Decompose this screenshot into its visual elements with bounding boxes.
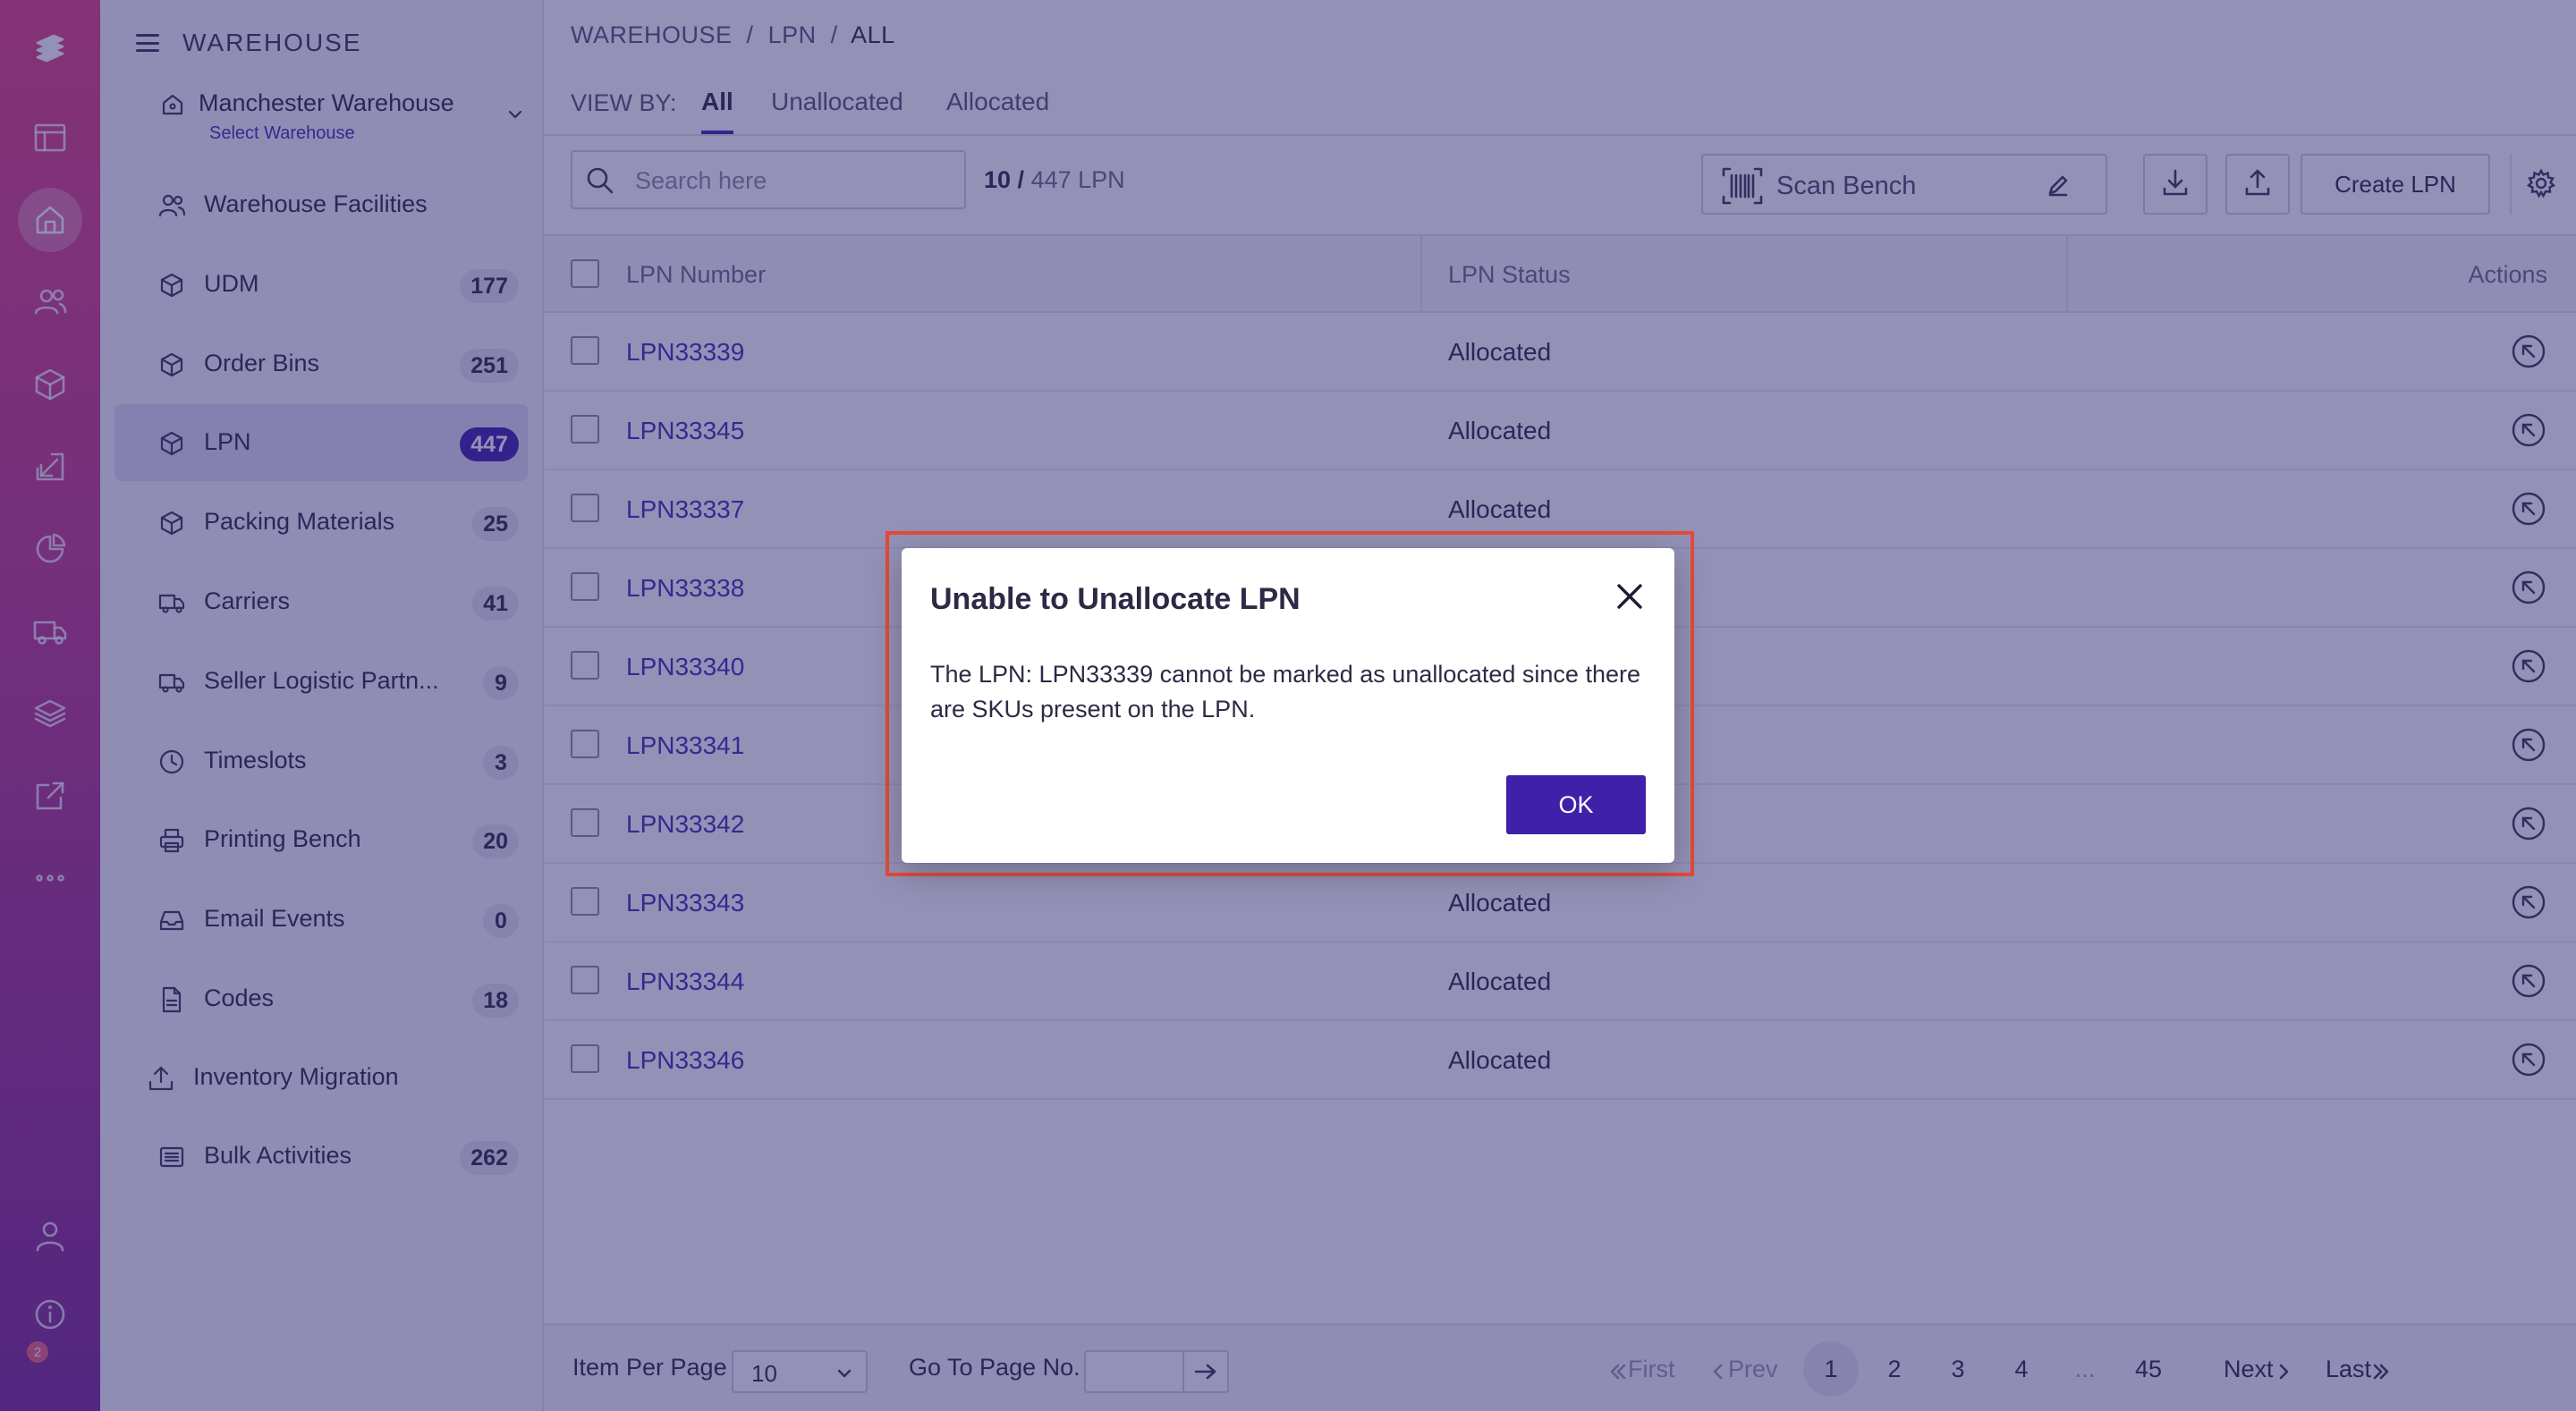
dialog-message: The LPN: LPN33339 cannot be marked as un… (930, 661, 1640, 722)
ok-button[interactable]: OK (1506, 775, 1646, 834)
dialog-title: Unable to Unallocate LPN (930, 582, 1301, 616)
close-icon[interactable] (1614, 580, 1646, 613)
error-dialog: Unable to Unallocate LPN The LPN: LPN333… (902, 548, 1674, 863)
